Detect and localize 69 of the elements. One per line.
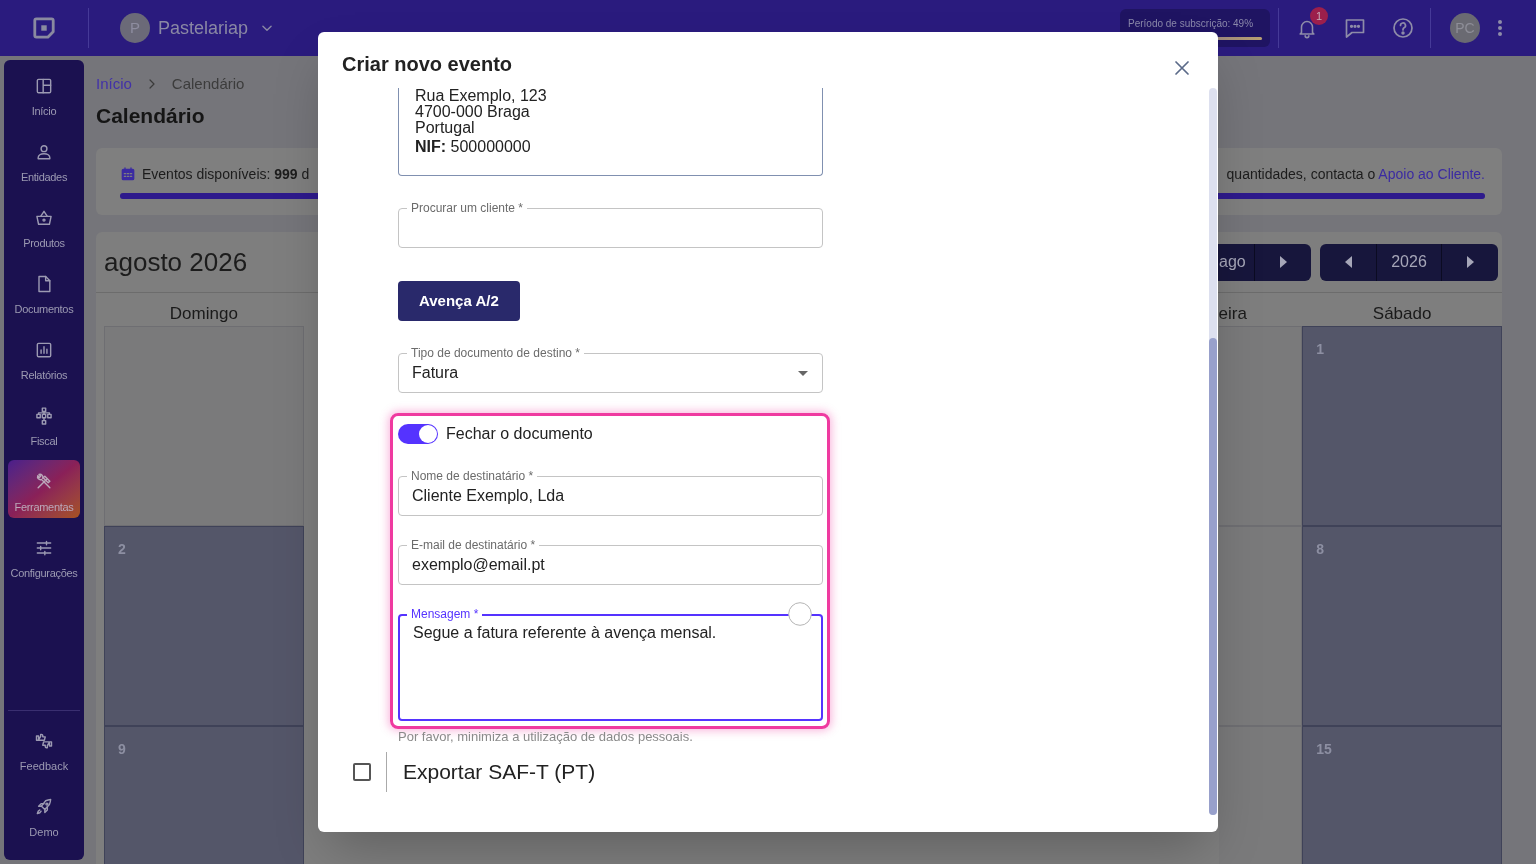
calendar-title: agosto 2026 bbox=[104, 246, 248, 278]
triangle-right-icon bbox=[1466, 256, 1474, 268]
weekday-header: Sábado bbox=[1372, 304, 1432, 325]
triangle-left-icon bbox=[1344, 256, 1352, 268]
more-vertical-icon bbox=[1497, 19, 1503, 37]
sidebar-item[interactable]: Início bbox=[8, 64, 80, 122]
thumbs-up-down-icon bbox=[34, 731, 54, 751]
help-icon bbox=[1391, 16, 1415, 40]
scrollbar-thumb[interactable] bbox=[1209, 338, 1217, 815]
sidebar-item[interactable]: Produtos bbox=[8, 196, 80, 254]
day-number: 1 bbox=[1316, 341, 1325, 357]
hint-text: Por favor, minimiza a utilização de dados pessoais. bbox=[398, 729, 693, 745]
sidebar-item[interactable]: Entidades bbox=[8, 130, 80, 188]
weekday-header: Domingo bbox=[169, 304, 238, 325]
field-label: Mensagem * bbox=[407, 607, 483, 621]
notification-badge: 1 bbox=[1310, 7, 1328, 25]
sidebar-item[interactable]: Fiscal bbox=[8, 394, 80, 452]
address-line: Rua Exemplo, 123 bbox=[415, 88, 547, 104]
layout-icon bbox=[34, 76, 54, 96]
day-number: 9 bbox=[118, 741, 126, 757]
sidebar-item[interactable]: Documentos bbox=[8, 262, 80, 320]
calendar-icon bbox=[120, 166, 136, 182]
rocket-icon bbox=[34, 797, 54, 817]
sidebar-item[interactable]: Configurações bbox=[8, 526, 80, 584]
calendar-cell[interactable] bbox=[1218, 326, 1303, 526]
calendar-cell[interactable] bbox=[1218, 726, 1303, 864]
year-label: 2026 bbox=[1376, 243, 1442, 281]
caret-down-icon bbox=[798, 371, 808, 376]
sidebar-item[interactable]: Relatórios bbox=[8, 328, 80, 386]
weekday-header: eira bbox=[1218, 304, 1247, 325]
banner-text: quantidades, contacta o Apoio ao Cliente. bbox=[1226, 165, 1485, 184]
sidebar-item[interactable]: Demo bbox=[8, 785, 80, 843]
field-label: Nome de destinatário * bbox=[407, 469, 538, 483]
sidebar-item[interactable]: Feedback bbox=[8, 719, 80, 777]
notifications-button[interactable]: 1 bbox=[1283, 4, 1331, 52]
day-number: 2 bbox=[118, 541, 126, 557]
address-line: 4700-000 Braga bbox=[415, 104, 530, 120]
checkbox[interactable] bbox=[353, 763, 371, 781]
toggle-label: Fechar o documento bbox=[446, 424, 593, 444]
toggle-switch[interactable] bbox=[398, 424, 438, 444]
bar-chart-icon bbox=[34, 340, 54, 360]
close-icon bbox=[1174, 60, 1190, 76]
field-label: Procurar um cliente * bbox=[407, 201, 528, 215]
sliders-icon bbox=[34, 538, 54, 558]
person-icon bbox=[34, 142, 54, 162]
checkbox-label: Exportar SAF-T (PT) bbox=[403, 759, 596, 785]
calendar-cell[interactable] bbox=[1218, 526, 1303, 726]
sidebar-item[interactable]: Ferramentas bbox=[8, 460, 80, 518]
sitemap-icon bbox=[34, 406, 54, 426]
basket-icon bbox=[34, 208, 54, 228]
logo-icon[interactable] bbox=[31, 15, 57, 41]
circle-icon bbox=[788, 602, 812, 626]
breadcrumb-current: Calendário bbox=[171, 74, 245, 94]
calendar-cell[interactable] bbox=[104, 326, 304, 526]
subscription-label: Período de subscrição: 49% bbox=[1128, 18, 1254, 30]
month-label: ago bbox=[1218, 252, 1247, 272]
tax-number-text: NIF: 500000000 bbox=[415, 137, 531, 157]
contract-button[interactable]: Avença A/2 bbox=[398, 281, 520, 321]
page-title: Calendário bbox=[96, 103, 205, 129]
field-label: Tipo de documento de destino * bbox=[407, 346, 584, 360]
banner-text: Eventos disponíveis: 999 d bbox=[142, 165, 310, 184]
more-button[interactable] bbox=[1497, 19, 1503, 37]
address-line: Portugal bbox=[415, 120, 475, 136]
day-number: 15 bbox=[1316, 741, 1332, 757]
day-number: 8 bbox=[1316, 541, 1325, 557]
field-label: E-mail de destinatário * bbox=[407, 538, 540, 552]
dialog-title: Criar novo evento bbox=[342, 52, 513, 76]
chat-bubble-icon bbox=[1343, 16, 1367, 40]
triangle-right-icon bbox=[1279, 256, 1287, 268]
